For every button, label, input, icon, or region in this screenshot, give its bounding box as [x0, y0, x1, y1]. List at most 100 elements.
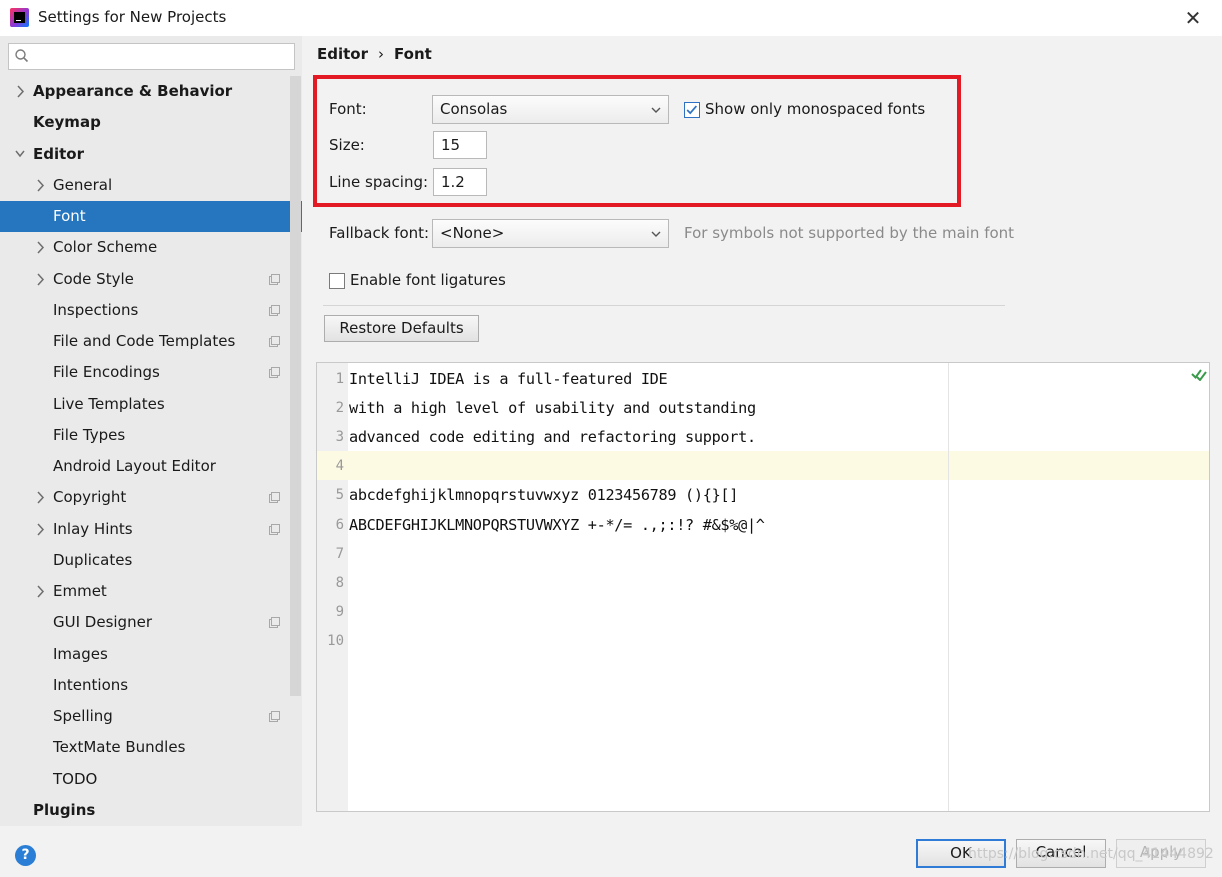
sidebar-item-file-encodings[interactable]: File Encodings	[0, 357, 302, 388]
sidebar-item-keymap[interactable]: Keymap	[0, 107, 302, 138]
title-bar: Settings for New Projects ✕	[0, 0, 1222, 36]
help-icon[interactable]: ?	[15, 845, 36, 866]
settings-sidebar: Appearance & Behavior Keymap Editor General…	[0, 36, 302, 826]
project-settings-icon	[269, 617, 280, 629]
sidebar-item-file-types[interactable]: File Types	[0, 420, 302, 451]
fallback-font-hint: For symbols not supported by the main fo…	[684, 224, 1015, 242]
sidebar-item-emmet[interactable]: Emmet	[0, 576, 302, 607]
sidebar-item-label: GUI Designer	[53, 613, 152, 632]
restore-defaults-button[interactable]: Restore Defaults	[324, 315, 479, 342]
line-number: 6	[335, 516, 344, 533]
sidebar-item-label: Live Templates	[53, 394, 165, 413]
sidebar-item-font[interactable]: Font	[0, 201, 302, 232]
project-settings-icon	[269, 273, 280, 285]
code-line: abcdefghijklmnopqrstuvwxyz 0123456789 ()…	[349, 486, 739, 505]
sidebar-item-appearance-behavior[interactable]: Appearance & Behavior	[0, 76, 302, 107]
chevron-down-icon[interactable]	[14, 139, 26, 170]
chevron-right-icon[interactable]	[34, 482, 46, 513]
sidebar-item-label: Appearance & Behavior	[33, 82, 233, 100]
app-logo-icon	[10, 8, 29, 27]
sidebar-item-duplicates[interactable]: Duplicates	[0, 545, 302, 576]
sidebar-item-label: Plugins	[33, 800, 96, 819]
sidebar-item-label: General	[53, 175, 113, 194]
sidebar-item-copyright[interactable]: Copyright	[0, 482, 302, 513]
window-title: Settings for New Projects	[38, 8, 227, 26]
search-input[interactable]	[8, 43, 295, 70]
sidebar-item-label: Keymap	[33, 113, 101, 132]
breadcrumb-separator: ›	[378, 45, 384, 63]
breadcrumb-parent[interactable]: Editor	[317, 45, 368, 63]
dropdown-arrow-icon	[651, 231, 661, 237]
line-number: 5	[335, 487, 344, 504]
fallback-font-select[interactable]: <None>	[432, 219, 669, 248]
sidebar-item-label: Code Style	[53, 269, 134, 288]
sidebar-item-label: File Types	[53, 425, 126, 444]
code-line: ABCDEFGHIJKLMNOPQRSTUVWXYZ +-*/= .,;:!? …	[349, 515, 765, 534]
sidebar-item-label: Duplicates	[53, 550, 133, 569]
sidebar-item-color-scheme[interactable]: Color Scheme	[0, 232, 302, 263]
project-settings-icon	[269, 711, 280, 722]
sidebar-item-label: Android Layout Editor	[53, 457, 216, 475]
chevron-right-icon[interactable]	[34, 170, 46, 201]
line-number: 9	[335, 603, 344, 620]
sidebar-item-label: Editor	[33, 144, 84, 163]
sidebar-item-general[interactable]: General	[0, 170, 302, 201]
sidebar-item-plugins[interactable]: Plugins	[0, 795, 302, 826]
watermark: https://blog.csdn.net/qq_41444892	[968, 846, 1214, 862]
line-number: 3	[335, 429, 344, 446]
sidebar-item-intentions[interactable]: Intentions	[0, 670, 302, 701]
sidebar-item-label: TODO	[53, 769, 98, 788]
sidebar-item-images[interactable]: Images	[0, 639, 302, 670]
sidebar-item-label: Inspections	[53, 300, 139, 319]
ligatures-checkbox[interactable]	[329, 273, 345, 289]
right-margin-guide	[948, 363, 949, 811]
sidebar-item-live-templates[interactable]: Live Templates	[0, 389, 302, 420]
ligatures-label: Enable font ligatures	[350, 271, 506, 289]
sidebar-item-label: File and Code Templates	[53, 332, 236, 350]
chevron-right-icon[interactable]	[34, 264, 46, 295]
sidebar-item-label: TextMate Bundles	[53, 738, 186, 757]
line-number: 2	[335, 400, 344, 417]
sidebar-item-spelling[interactable]: Spelling	[0, 701, 302, 732]
project-settings-icon	[269, 336, 280, 347]
code-line: advanced code editing and refactoring su…	[349, 428, 756, 447]
line-number: 8	[335, 574, 344, 591]
inspection-ok-icon	[1191, 369, 1207, 381]
sidebar-item-label: Color Scheme	[53, 238, 158, 257]
sidebar-item-inlay-hints[interactable]: Inlay Hints	[0, 514, 302, 545]
sidebar-item-textmate-bundles[interactable]: TextMate Bundles	[0, 732, 302, 763]
line-number: 10	[327, 632, 344, 649]
breadcrumb: Editor › Font	[317, 45, 432, 63]
sidebar-item-label: Spelling	[53, 707, 113, 725]
project-settings-icon	[269, 367, 280, 379]
breadcrumb-current: Font	[394, 45, 432, 63]
sidebar-item-inspections[interactable]: Inspections	[0, 295, 302, 326]
sidebar-item-label: Emmet	[53, 582, 107, 600]
project-settings-icon	[269, 304, 280, 316]
line-number: 1	[335, 371, 344, 387]
sidebar-item-label: Font	[53, 207, 86, 225]
sidebar-item-file-and-code-templates[interactable]: File and Code Templates	[0, 326, 302, 357]
fallback-font-value: <None>	[440, 224, 505, 242]
sidebar-item-label: Inlay Hints	[53, 519, 133, 538]
chevron-right-icon[interactable]	[34, 576, 46, 607]
code-line: with a high level of usability and outst…	[349, 399, 756, 418]
sidebar-scrollbar[interactable]	[290, 76, 301, 696]
sidebar-item-todo[interactable]: TODO	[0, 764, 302, 795]
font-preview-editor[interactable]: 1 IntelliJ IDEA is a full-featured IDE 2 wi…	[316, 362, 1210, 812]
project-settings-icon	[269, 523, 280, 535]
fallback-font-label: Fallback font:	[329, 224, 430, 242]
sidebar-item-label: Copyright	[53, 488, 127, 507]
chevron-right-icon[interactable]	[14, 76, 26, 107]
chevron-right-icon[interactable]	[34, 232, 46, 263]
sidebar-item-editor[interactable]: Editor	[0, 139, 302, 170]
sidebar-item-label: Intentions	[53, 675, 129, 694]
sidebar-item-label: File Encodings	[53, 363, 160, 382]
chevron-right-icon[interactable]	[34, 514, 46, 545]
sidebar-item-code-style[interactable]: Code Style	[0, 264, 302, 295]
sidebar-item-android-layout-editor[interactable]: Android Layout Editor	[0, 451, 302, 482]
sidebar-item-gui-designer[interactable]: GUI Designer	[0, 607, 302, 638]
close-icon[interactable]: ✕	[1180, 6, 1206, 30]
line-number: 4	[335, 458, 344, 475]
divider	[323, 305, 1005, 306]
